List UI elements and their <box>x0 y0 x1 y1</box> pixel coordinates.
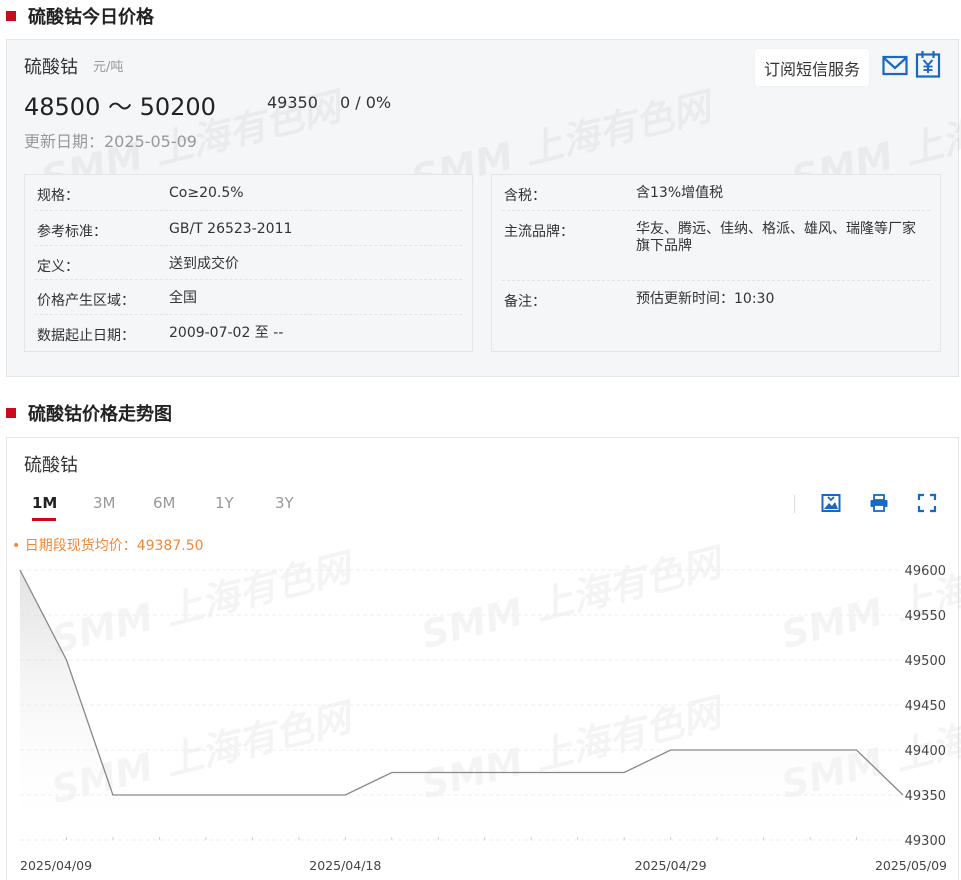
section-marker <box>6 11 16 21</box>
subscribe-sms-button[interactable]: 订阅短信服务 <box>755 49 870 86</box>
y-tick-label: 49300 <box>905 834 946 849</box>
price-average: 49350 <box>267 93 318 112</box>
y-tick-label: 49500 <box>905 654 946 669</box>
section-header-today-price: 硫酸钴今日价格 <box>6 2 154 30</box>
price-change: 0 / 0% <box>340 93 392 112</box>
spec-value: 2009-07-02 至 -- <box>169 325 284 341</box>
spec-key: 主流品牌： <box>504 224 574 240</box>
x-tick-label: 2025/04/18 <box>309 858 381 873</box>
spec-row: 规格： Co≥20.5% <box>35 175 462 211</box>
spec-key: 备注： <box>504 294 546 310</box>
spec-value: 全国 <box>169 290 197 306</box>
y-tick-label: 49550 <box>905 609 946 624</box>
price-trend-chart: 49300 49350 49400 49450 49500 49550 49600 2025/… <box>19 564 947 873</box>
section-marker <box>6 408 16 418</box>
spec-row: 主流品牌： 华友、腾远、佳纳、格派、雄风、瑞隆等厂家旗下品牌 <box>502 211 930 281</box>
y-tick-label: 49350 <box>905 789 946 804</box>
spec-row: 含税： 含13%增值税 <box>502 175 930 211</box>
spec-key: 数据起止日期： <box>37 328 135 344</box>
yen-calendar-icon[interactable] <box>915 50 941 78</box>
spec-row: 备注： 预估更新时间：10:30 <box>502 281 930 351</box>
y-tick-label: 49450 <box>905 699 946 714</box>
spec-value: 含13%增值税 <box>636 185 724 201</box>
spec-key: 价格产生区域： <box>37 293 135 309</box>
spec-value: 送到成交价 <box>169 256 239 272</box>
spec-row: 参考标准： GB/T 26523-2011 <box>35 211 462 246</box>
spec-value: Co≥20.5% <box>169 185 244 201</box>
mail-icon[interactable] <box>882 53 908 79</box>
spec-key: 参考标准： <box>37 224 107 240</box>
update-date: 更新日期：2025-05-09 <box>24 132 197 151</box>
spec-value: 华友、腾远、佳纳、格派、雄风、瑞隆等厂家旗下品牌 <box>636 221 916 254</box>
spec-table-left: 规格： Co≥20.5% 参考标准： GB/T 26523-2011 定义： 送… <box>24 174 473 352</box>
spec-key: 规格： <box>37 188 79 204</box>
price-range: 48500 ～ 50200 <box>24 93 216 121</box>
y-tick-label: 49600 <box>905 564 946 579</box>
x-tick-label: 2025/05/09 <box>875 858 947 873</box>
spec-value: 预估更新时间：10:30 <box>636 291 775 307</box>
x-tick-label: 2025/04/29 <box>635 858 707 873</box>
spec-value: GB/T 26523-2011 <box>169 221 293 237</box>
spec-row: 价格产生区域： 全国 <box>35 280 462 315</box>
spec-key: 定义： <box>37 259 79 275</box>
y-tick-label: 49400 <box>905 744 946 759</box>
spec-row: 数据起止日期： 2009-07-02 至 -- <box>35 315 462 351</box>
product-unit: 元/吨 <box>93 60 124 75</box>
x-tick-label: 2025/04/09 <box>20 858 92 873</box>
section-title: 硫酸钴今日价格 <box>28 7 154 28</box>
section-title: 硫酸钴价格走势图 <box>28 404 172 425</box>
spec-table-right: 含税： 含13%增值税 主流品牌： 华友、腾远、佳纳、格派、雄风、瑞隆等厂家旗下… <box>491 174 941 352</box>
spec-key: 含税： <box>504 188 546 204</box>
chart-panel: 硫酸钴 1M 3M 6M 1Y 3Y • 日期段现货均价：49387.50 SM… <box>6 437 961 880</box>
spec-row: 定义： 送到成交价 <box>35 246 462 280</box>
price-panel: SMM 上海有色网 SMM 上海有色网 SMM 上海有色网 硫酸钴 元/吨 48… <box>6 39 961 377</box>
product-name: 硫酸钴 <box>24 57 78 78</box>
section-header-price-trend: 硫酸钴价格走势图 <box>6 399 172 427</box>
